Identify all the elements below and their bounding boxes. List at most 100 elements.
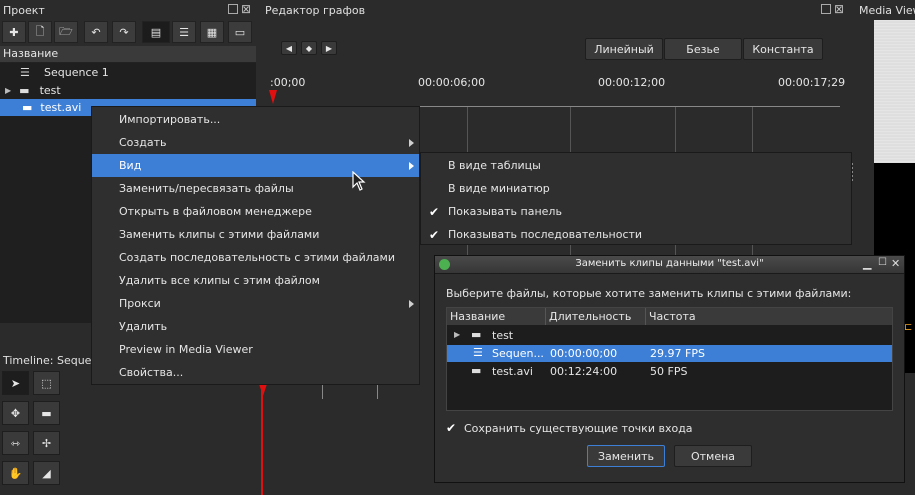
tree-item-label: test.avi [40,101,82,114]
new-file-icon[interactable]: 🗋 [28,21,52,43]
menu-item-create-sequence[interactable]: Создать последовательность с этими файла… [92,246,419,269]
move-tool-icon[interactable]: ✢ [33,431,60,455]
add-icon[interactable]: ✚ [2,21,26,43]
menu-item-properties[interactable]: Свойства... [92,361,419,384]
replace-clips-dialog: Заменить клипы данными "test.avi" ▁ ☐ ✕ … [434,255,905,483]
submenu-item-show-panel[interactable]: ✔ Показывать панель [421,200,851,223]
time-label: 00:00:06;00 [418,76,486,89]
submenu-arrow-icon [409,138,414,147]
menu-item-view[interactable]: Вид [92,154,419,177]
tree-item-folder[interactable]: ▶ ▬ test [0,82,256,99]
expand-arrow-icon[interactable]: ▶ [5,86,11,95]
cancel-button[interactable]: Отмена [674,445,752,467]
table-row[interactable]: ▬ test.avi 00:12:24:00 50 FPS [447,363,892,380]
row-duration: 00:12:24:00 [550,365,618,378]
timeline-playhead-head [259,384,267,396]
bezier-button[interactable]: Безье [664,38,742,60]
row-name: test.avi [492,365,533,378]
redo-icon[interactable]: ↷ [112,21,136,43]
dialog-title: Заменить клипы данными "test.avi" [575,258,764,269]
pointer-tool-icon[interactable]: ➤ [2,371,29,395]
next-key-button[interactable]: ▶ [321,41,337,55]
column-header-duration[interactable]: Длительность [546,308,646,325]
transition-tool-icon[interactable]: ◢ [33,461,60,485]
menu-item-delete-clips[interactable]: Удалить все клипы с этим файлом [92,269,419,292]
open-file-icon[interactable]: 🗁 [54,21,78,43]
hand-tool-icon[interactable]: ✋ [2,461,29,485]
view-submenu: В виде таблицы В виде миниатюр ✔ Показыва… [420,152,852,245]
stack-view-icon[interactable]: ▭ [228,21,252,43]
video-icon: ▬ [22,101,33,114]
constant-button[interactable]: Константа [743,38,823,60]
playhead-marker[interactable] [269,90,277,104]
ripple-tool-icon[interactable]: ✥ [2,401,29,425]
tree-item-label: Sequence 1 [44,66,109,79]
tree-item-sequence[interactable]: ☰ Sequence 1 [0,64,256,81]
timeline-panel: Timeline: Seque ➤ ⬚ ✥ ▬ ⇿ ✢ ✋ ◢ [0,352,92,495]
panel-float-icon[interactable] [821,4,831,14]
undo-icon[interactable]: ↶ [84,21,108,43]
video-icon: ▬ [471,364,482,377]
submenu-item-table[interactable]: В виде таблицы [421,154,851,177]
menu-item-open-file-manager[interactable]: Открыть в файловом менеджере [92,200,419,223]
context-menu: Импортировать... Создать Вид Заменить/пе… [91,106,420,385]
submenu-arrow-icon [409,299,414,308]
time-label: 00:00:12;00 [598,76,666,89]
graph-ruler[interactable]: :00;00 00:00:06;00 00:00:12;00 00:00:17;… [270,72,845,106]
table-row[interactable]: ▶ ▬ test [447,327,892,344]
menu-item-replace-relink[interactable]: Заменить/пересвязать файлы [92,177,419,200]
select-tool-icon[interactable]: ⬚ [33,371,60,395]
media-marker: ⊏ [904,322,913,333]
replace-button[interactable]: Заменить [587,445,665,467]
file-table: Название Длительность Частота ▶ ▬ test ☰… [446,307,893,411]
dialog-titlebar[interactable]: Заменить клипы данными "test.avi" ▁ ☐ ✕ [435,256,904,274]
linear-button[interactable]: Линейный [585,38,663,60]
time-label: 00:00:17;29 [778,76,846,89]
minimize-icon[interactable]: ▁ [863,257,871,270]
submenu-item-show-sequences[interactable]: ✔ Показывать последовательности [421,223,851,246]
sequence-icon: ☰ [473,346,483,359]
menu-item-import[interactable]: Импортировать... [92,108,419,131]
submenu-item-thumbnails[interactable]: В виде миниатюр [421,177,851,200]
icon-view-icon[interactable]: ▦ [200,21,224,43]
column-header-rate[interactable]: Частота [646,308,892,325]
check-icon: ✔ [429,227,440,242]
menu-item-proxy[interactable]: Прокси [92,292,419,315]
project-title: Проект [3,4,45,17]
expand-arrow-icon[interactable]: ▶ [454,330,460,339]
time-label: :00;00 [270,76,306,89]
keep-in-points-checkbox[interactable]: ✔ Сохранить существующие точки входа [446,421,693,435]
column-header-name[interactable]: Название [447,308,546,325]
timeline-playhead[interactable] [261,385,263,495]
tree-view-icon[interactable]: ▤ [142,21,170,43]
submenu-arrow-icon [409,161,414,170]
panel-close-icon[interactable]: ⊠ [834,2,844,16]
media-preview [874,20,915,163]
slip-tool-icon[interactable]: ▬ [33,401,60,425]
row-duration: 00:00:00;00 [550,347,618,360]
close-icon[interactable]: ✕ [891,257,900,270]
panel-float-icon[interactable] [228,4,238,14]
media-title: Media View [859,4,915,17]
dialog-prompt: Выберите файлы, которые хотите заменить … [446,287,852,300]
project-toolbar: ✚ 🗋 🗁 ↶ ↷ ▤ ☰ ▦ ▭ [2,21,254,45]
sequence-icon: ☰ [20,66,30,79]
maximize-icon[interactable]: ☐ [878,257,887,268]
prev-key-button[interactable]: ◀ [281,41,297,55]
menu-item-replace-clips[interactable]: Заменить клипы с этими файлами [92,223,419,246]
stretch-tool-icon[interactable]: ⇿ [2,431,29,455]
menu-item-preview[interactable]: Preview in Media Viewer [92,338,419,361]
row-name: Sequen... [492,347,544,360]
check-icon: ✔ [429,204,440,219]
panel-close-icon[interactable]: ⊠ [241,2,251,16]
column-name-label: Название [3,47,59,60]
add-key-button[interactable]: ◆ [301,41,317,55]
menu-item-create[interactable]: Создать [92,131,419,154]
project-header[interactable]: Название [0,46,256,63]
menu-item-delete[interactable]: Удалить [92,315,419,338]
table-row-selected[interactable]: ☰ Sequen... 00:00:00;00 29.97 FPS [447,345,892,362]
graph-title: Редактор графов [265,4,366,17]
folder-icon: ▬ [19,84,30,97]
row-rate: 29.97 FPS [650,347,705,360]
list-view-icon[interactable]: ☰ [172,21,196,43]
